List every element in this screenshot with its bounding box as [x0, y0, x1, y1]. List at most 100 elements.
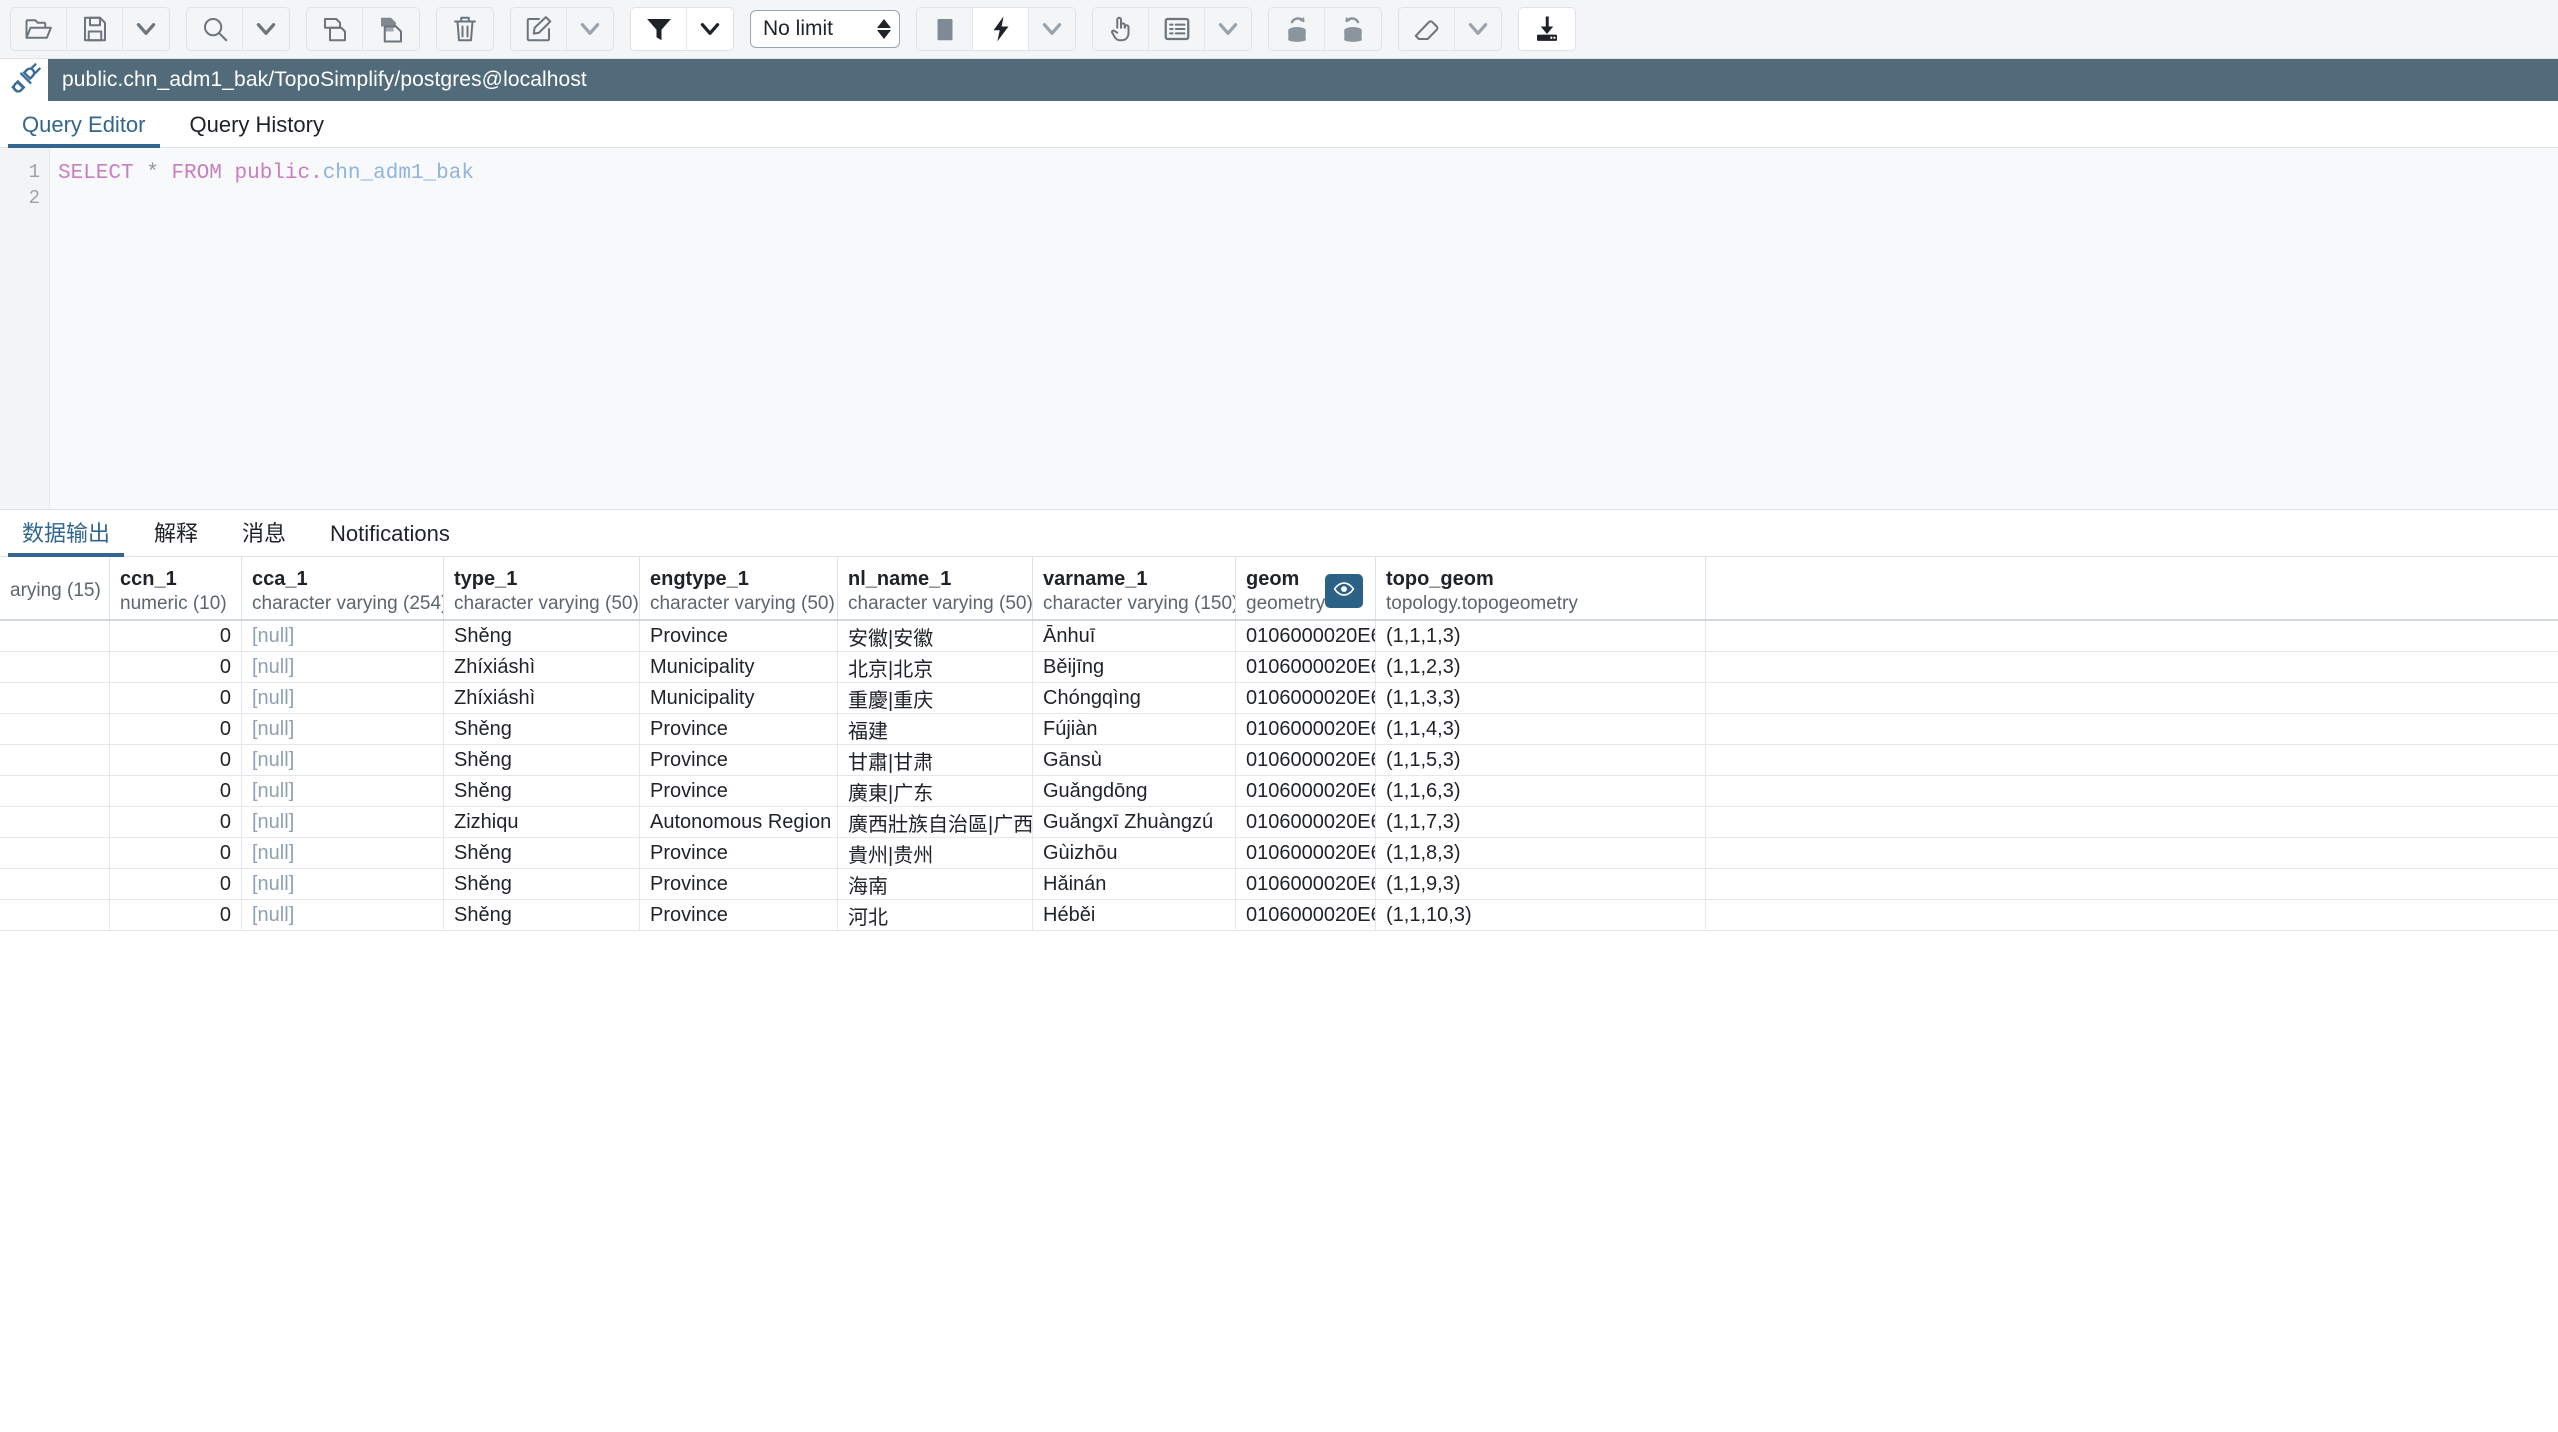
table-cell[interactable]	[0, 869, 110, 899]
table-cell[interactable]: 廣東|广东	[838, 776, 1033, 806]
table-cell[interactable]: 0106000020E61…	[1236, 652, 1376, 682]
table-cell[interactable]: 貴州|贵州	[838, 838, 1033, 868]
table-cell[interactable]: 0	[110, 838, 242, 868]
table-cell[interactable]: Guǎngdōng	[1033, 776, 1236, 806]
table-cell[interactable]: 河北	[838, 900, 1033, 930]
table-cell[interactable]: Chóngqìng	[1033, 683, 1236, 713]
table-cell[interactable]: 甘肅|甘肃	[838, 745, 1033, 775]
table-cell[interactable]: (1,1,2,3)	[1376, 652, 1706, 682]
table-cell[interactable]: (1,1,1,3)	[1376, 621, 1706, 651]
table-cell[interactable]: Municipality	[640, 683, 838, 713]
copy-button[interactable]	[307, 8, 363, 50]
table-cell[interactable]: Municipality	[640, 652, 838, 682]
table-cell[interactable]: 重慶|重庆	[838, 683, 1033, 713]
table-cell[interactable]: 北京|北京	[838, 652, 1033, 682]
table-cell[interactable]: 0106000020E61…	[1236, 838, 1376, 868]
table-cell[interactable]: 0	[110, 776, 242, 806]
column-header-ccn_1[interactable]: ccn_1 numeric (10)	[110, 557, 242, 619]
table-cell[interactable]: (1,1,7,3)	[1376, 807, 1706, 837]
clear-dropdown[interactable]	[1455, 8, 1501, 50]
execute-dropdown[interactable]	[1029, 8, 1075, 50]
clear-button[interactable]	[1399, 8, 1455, 50]
table-cell[interactable]	[0, 652, 110, 682]
stop-query-button[interactable]	[917, 8, 973, 50]
table-cell[interactable]: Province	[640, 838, 838, 868]
table-cell[interactable]: [null]	[242, 652, 444, 682]
column-header-engtype_1[interactable]: engtype_1 character varying (50)	[640, 557, 838, 619]
table-cell[interactable]: Zizhiqu	[444, 807, 640, 837]
table-cell[interactable]: 0106000020E61…	[1236, 807, 1376, 837]
table-cell[interactable]: (1,1,4,3)	[1376, 714, 1706, 744]
paste-button[interactable]	[363, 8, 419, 50]
table-cell[interactable]: Hǎinán	[1033, 869, 1236, 899]
table-cell[interactable]: (1,1,6,3)	[1376, 776, 1706, 806]
table-cell[interactable]: 0106000020E61…	[1236, 900, 1376, 930]
table-row[interactable]: 0 [null] Shěng Province 安徽|安徽 Ānhuī 0106000020…	[0, 621, 2558, 652]
execute-query-button[interactable]	[973, 8, 1029, 50]
table-cell[interactable]: [null]	[242, 745, 444, 775]
table-cell[interactable]	[0, 714, 110, 744]
table-cell[interactable]: 0	[110, 900, 242, 930]
table-cell[interactable]: 0	[110, 745, 242, 775]
table-cell[interactable]: 0	[110, 683, 242, 713]
rollback-button[interactable]	[1325, 8, 1381, 50]
table-cell[interactable]: Province	[640, 714, 838, 744]
table-cell[interactable]: 0	[110, 807, 242, 837]
save-file-button[interactable]	[67, 8, 123, 50]
tab-messages[interactable]: 消息	[220, 523, 308, 556]
table-cell[interactable]	[0, 776, 110, 806]
table-row[interactable]: 0 [null] Shěng Province 甘肅|甘肃 Gānsù 0106000020…	[0, 745, 2558, 776]
table-cell[interactable]: [null]	[242, 683, 444, 713]
table-cell[interactable]: Shěng	[444, 621, 640, 651]
table-cell[interactable]: (1,1,5,3)	[1376, 745, 1706, 775]
table-cell[interactable]: Zhíxiáshì	[444, 683, 640, 713]
table-cell[interactable]: Héběi	[1033, 900, 1236, 930]
table-cell[interactable]: 安徽|安徽	[838, 621, 1033, 651]
table-cell[interactable]: Province	[640, 869, 838, 899]
table-cell[interactable]: Běijīng	[1033, 652, 1236, 682]
table-cell[interactable]: [null]	[242, 900, 444, 930]
table-cell[interactable]: Province	[640, 900, 838, 930]
open-file-button[interactable]	[11, 8, 67, 50]
column-header-nl_name_1[interactable]: nl_name_1 character varying (50)	[838, 557, 1033, 619]
tab-explain[interactable]: 解释	[132, 523, 220, 556]
table-row[interactable]: 0 [null] Shěng Province 廣東|广东 Guǎngdōng 010600…	[0, 776, 2558, 807]
table-cell[interactable]: 0106000020E61…	[1236, 745, 1376, 775]
table-cell[interactable]: (1,1,3,3)	[1376, 683, 1706, 713]
table-cell[interactable]: (1,1,8,3)	[1376, 838, 1706, 868]
table-row[interactable]: 0 [null] Zhíxiáshì Municipality 北京|北京 Běijīng…	[0, 652, 2558, 683]
row-limit-stepper[interactable]	[877, 19, 891, 39]
column-header-cca_1[interactable]: cca_1 character varying (254)	[242, 557, 444, 619]
table-cell[interactable]: [null]	[242, 838, 444, 868]
column-header-type_1[interactable]: type_1 character varying (50)	[444, 557, 640, 619]
filter-dropdown[interactable]	[687, 8, 733, 50]
table-cell[interactable]	[0, 807, 110, 837]
table-row[interactable]: 0[null]ShěngProvince海南Hǎinán0106000020E6…	[0, 869, 2558, 900]
view-geometry-button[interactable]	[1325, 574, 1364, 608]
edit-dropdown[interactable]	[567, 8, 613, 50]
table-cell[interactable]: (1,1,9,3)	[1376, 869, 1706, 899]
table-row[interactable]: 0 [null] Zizhiqu Autonomous Region 廣西壯族自治區|广…	[0, 807, 2558, 838]
tab-query-editor[interactable]: Query Editor	[0, 114, 168, 148]
table-cell[interactable]: (1,1,10,3)	[1376, 900, 1706, 930]
table-cell[interactable]	[0, 621, 110, 651]
table-cell[interactable]	[0, 900, 110, 930]
table-cell[interactable]: Province	[640, 745, 838, 775]
table-cell[interactable]: 0106000020E61…	[1236, 776, 1376, 806]
table-cell[interactable]: Province	[640, 776, 838, 806]
table-cell[interactable]: Gùizhōu	[1033, 838, 1236, 868]
table-cell[interactable]: Shěng	[444, 745, 640, 775]
table-cell[interactable]: Shěng	[444, 838, 640, 868]
table-row[interactable]: 0[null]ShěngProvince福建Fújiàn0106000020E6…	[0, 714, 2558, 745]
table-cell[interactable]: 海南	[838, 869, 1033, 899]
row-limit-select[interactable]: No limit	[750, 10, 900, 48]
tab-data-output[interactable]: 数据输出	[0, 523, 132, 557]
table-cell[interactable]: Shěng	[444, 900, 640, 930]
sql-editor[interactable]: 1 2 SELECT * FROM public.chn_adm1_bak	[0, 148, 2558, 510]
table-cell[interactable]	[0, 683, 110, 713]
tab-query-history[interactable]: Query History	[168, 114, 346, 147]
explain-button[interactable]	[1093, 8, 1149, 50]
table-cell[interactable]: Shěng	[444, 776, 640, 806]
table-cell[interactable]: 0	[110, 869, 242, 899]
edit-button[interactable]	[511, 8, 567, 50]
